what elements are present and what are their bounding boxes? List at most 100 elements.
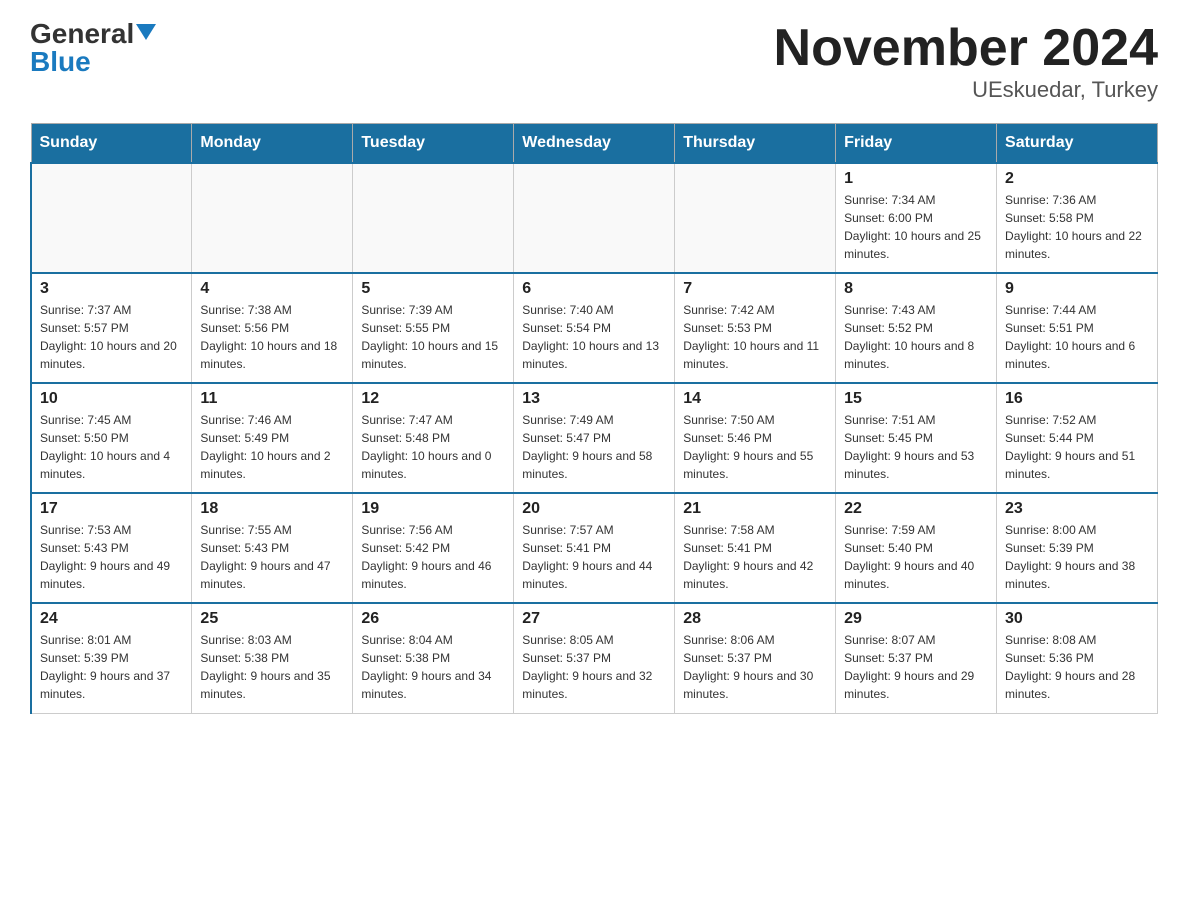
calendar-cell: 26 Sunrise: 8:04 AMSunset: 5:38 PMDayligh… bbox=[353, 603, 514, 713]
weekday-header-thursday: Thursday bbox=[675, 124, 836, 164]
title-area: November 2024 UEskuedar, Turkey bbox=[774, 20, 1158, 103]
calendar-cell: 15 Sunrise: 7:51 AMSunset: 5:45 PMDayligh… bbox=[836, 383, 997, 493]
day-number: 6 bbox=[522, 280, 666, 298]
day-info: Sunrise: 7:56 AMSunset: 5:42 PMDaylight:… bbox=[361, 521, 505, 593]
day-info: Sunrise: 8:05 AMSunset: 5:37 PMDaylight:… bbox=[522, 631, 666, 703]
calendar-cell: 19 Sunrise: 7:56 AMSunset: 5:42 PMDayligh… bbox=[353, 493, 514, 603]
day-number: 18 bbox=[200, 500, 344, 518]
calendar-cell: 2 Sunrise: 7:36 AMSunset: 5:58 PMDaylight… bbox=[997, 163, 1158, 273]
day-info: Sunrise: 7:52 AMSunset: 5:44 PMDaylight:… bbox=[1005, 411, 1149, 483]
week-row-5: 24 Sunrise: 8:01 AMSunset: 5:39 PMDayligh… bbox=[31, 603, 1158, 713]
day-info: Sunrise: 8:01 AMSunset: 5:39 PMDaylight:… bbox=[40, 631, 183, 703]
calendar-cell: 18 Sunrise: 7:55 AMSunset: 5:43 PMDayligh… bbox=[192, 493, 353, 603]
day-info: Sunrise: 8:03 AMSunset: 5:38 PMDaylight:… bbox=[200, 631, 344, 703]
calendar-cell: 21 Sunrise: 7:58 AMSunset: 5:41 PMDayligh… bbox=[675, 493, 836, 603]
day-info: Sunrise: 7:34 AMSunset: 6:00 PMDaylight:… bbox=[844, 191, 988, 263]
calendar-cell: 24 Sunrise: 8:01 AMSunset: 5:39 PMDayligh… bbox=[31, 603, 192, 713]
day-number: 15 bbox=[844, 390, 988, 408]
day-info: Sunrise: 7:45 AMSunset: 5:50 PMDaylight:… bbox=[40, 411, 183, 483]
day-info: Sunrise: 7:39 AMSunset: 5:55 PMDaylight:… bbox=[361, 301, 505, 373]
weekday-header-sunday: Sunday bbox=[31, 124, 192, 164]
day-number: 26 bbox=[361, 610, 505, 628]
day-number: 2 bbox=[1005, 170, 1149, 188]
day-info: Sunrise: 7:57 AMSunset: 5:41 PMDaylight:… bbox=[522, 521, 666, 593]
day-info: Sunrise: 7:46 AMSunset: 5:49 PMDaylight:… bbox=[200, 411, 344, 483]
calendar-cell bbox=[353, 163, 514, 273]
day-number: 9 bbox=[1005, 280, 1149, 298]
day-info: Sunrise: 7:42 AMSunset: 5:53 PMDaylight:… bbox=[683, 301, 827, 373]
logo-general-text: General bbox=[30, 20, 134, 48]
logo-row: General bbox=[30, 20, 156, 48]
day-number: 21 bbox=[683, 500, 827, 518]
calendar-cell: 22Sunrise: 7:59 AMSunset: 5:40 PMDayligh… bbox=[836, 493, 997, 603]
calendar-cell: 8Sunrise: 7:43 AMSunset: 5:52 PMDaylight… bbox=[836, 273, 997, 383]
calendar-cell bbox=[31, 163, 192, 273]
week-row-2: 3Sunrise: 7:37 AMSunset: 5:57 PMDaylight… bbox=[31, 273, 1158, 383]
day-info: Sunrise: 7:51 AMSunset: 5:45 PMDaylight:… bbox=[844, 411, 988, 483]
day-info: Sunrise: 8:07 AMSunset: 5:37 PMDaylight:… bbox=[844, 631, 988, 703]
day-info: Sunrise: 7:38 AMSunset: 5:56 PMDaylight:… bbox=[200, 301, 344, 373]
day-info: Sunrise: 7:40 AMSunset: 5:54 PMDaylight:… bbox=[522, 301, 666, 373]
calendar-cell bbox=[514, 163, 675, 273]
weekday-header-friday: Friday bbox=[836, 124, 997, 164]
month-title: November 2024 bbox=[774, 20, 1158, 77]
day-info: Sunrise: 7:37 AMSunset: 5:57 PMDaylight:… bbox=[40, 301, 183, 373]
calendar-cell: 13Sunrise: 7:49 AMSunset: 5:47 PMDayligh… bbox=[514, 383, 675, 493]
day-info: Sunrise: 8:04 AMSunset: 5:38 PMDaylight:… bbox=[361, 631, 505, 703]
calendar-cell: 12Sunrise: 7:47 AMSunset: 5:48 PMDayligh… bbox=[353, 383, 514, 493]
day-number: 12 bbox=[361, 390, 505, 408]
day-number: 14 bbox=[683, 390, 827, 408]
day-info: Sunrise: 7:49 AMSunset: 5:47 PMDaylight:… bbox=[522, 411, 666, 483]
calendar-cell: 9Sunrise: 7:44 AMSunset: 5:51 PMDaylight… bbox=[997, 273, 1158, 383]
calendar-cell: 14 Sunrise: 7:50 AMSunset: 5:46 PMDayligh… bbox=[675, 383, 836, 493]
location-title: UEskuedar, Turkey bbox=[774, 77, 1158, 103]
weekday-header-wednesday: Wednesday bbox=[514, 124, 675, 164]
calendar-cell: 30Sunrise: 8:08 AMSunset: 5:36 PMDayligh… bbox=[997, 603, 1158, 713]
calendar-cell: 23 Sunrise: 8:00 AMSunset: 5:39 PMDayligh… bbox=[997, 493, 1158, 603]
day-number: 25 bbox=[200, 610, 344, 628]
calendar-cell: 27Sunrise: 8:05 AMSunset: 5:37 PMDayligh… bbox=[514, 603, 675, 713]
calendar-cell: 20 Sunrise: 7:57 AMSunset: 5:41 PMDayligh… bbox=[514, 493, 675, 603]
logo-blue-text: Blue bbox=[30, 48, 91, 76]
day-number: 20 bbox=[522, 500, 666, 518]
week-row-3: 10 Sunrise: 7:45 AMSunset: 5:50 PMDayligh… bbox=[31, 383, 1158, 493]
calendar-cell: 6 Sunrise: 7:40 AMSunset: 5:54 PMDaylight… bbox=[514, 273, 675, 383]
day-number: 16 bbox=[1005, 390, 1149, 408]
day-info: Sunrise: 7:58 AMSunset: 5:41 PMDaylight:… bbox=[683, 521, 827, 593]
logo: General Blue bbox=[30, 20, 156, 76]
day-number: 22 bbox=[844, 500, 988, 518]
day-info: Sunrise: 7:55 AMSunset: 5:43 PMDaylight:… bbox=[200, 521, 344, 593]
day-info: Sunrise: 7:43 AMSunset: 5:52 PMDaylight:… bbox=[844, 301, 988, 373]
day-info: Sunrise: 7:36 AMSunset: 5:58 PMDaylight:… bbox=[1005, 191, 1149, 263]
day-number: 10 bbox=[40, 390, 183, 408]
weekday-header-tuesday: Tuesday bbox=[353, 124, 514, 164]
calendar-cell: 5Sunrise: 7:39 AMSunset: 5:55 PMDaylight… bbox=[353, 273, 514, 383]
calendar-cell: 17 Sunrise: 7:53 AMSunset: 5:43 PMDayligh… bbox=[31, 493, 192, 603]
day-number: 29 bbox=[844, 610, 988, 628]
calendar-cell: 4 Sunrise: 7:38 AMSunset: 5:56 PMDaylight… bbox=[192, 273, 353, 383]
day-number: 24 bbox=[40, 610, 183, 628]
day-number: 4 bbox=[200, 280, 344, 298]
calendar-cell: 29 Sunrise: 8:07 AMSunset: 5:37 PMDayligh… bbox=[836, 603, 997, 713]
day-number: 23 bbox=[1005, 500, 1149, 518]
day-info: Sunrise: 8:06 AMSunset: 5:37 PMDaylight:… bbox=[683, 631, 827, 703]
weekday-header-row: SundayMondayTuesdayWednesdayThursdayFrid… bbox=[31, 124, 1158, 164]
calendar-cell: 11Sunrise: 7:46 AMSunset: 5:49 PMDayligh… bbox=[192, 383, 353, 493]
calendar-cell: 25 Sunrise: 8:03 AMSunset: 5:38 PMDayligh… bbox=[192, 603, 353, 713]
day-number: 1 bbox=[844, 170, 988, 188]
calendar-cell: 10 Sunrise: 7:45 AMSunset: 5:50 PMDayligh… bbox=[31, 383, 192, 493]
calendar-cell bbox=[675, 163, 836, 273]
day-number: 19 bbox=[361, 500, 505, 518]
calendar-cell bbox=[192, 163, 353, 273]
calendar-cell: 28Sunrise: 8:06 AMSunset: 5:37 PMDayligh… bbox=[675, 603, 836, 713]
day-number: 7 bbox=[683, 280, 827, 298]
weekday-header-saturday: Saturday bbox=[997, 124, 1158, 164]
day-info: Sunrise: 8:00 AMSunset: 5:39 PMDaylight:… bbox=[1005, 521, 1149, 593]
weekday-header-monday: Monday bbox=[192, 124, 353, 164]
week-row-1: 1 Sunrise: 7:34 AMSunset: 6:00 PMDaylight… bbox=[31, 163, 1158, 273]
calendar-cell: 7 Sunrise: 7:42 AMSunset: 5:53 PMDaylight… bbox=[675, 273, 836, 383]
day-info: Sunrise: 7:50 AMSunset: 5:46 PMDaylight:… bbox=[683, 411, 827, 483]
page-header: General Blue November 2024 UEskuedar, Tu… bbox=[30, 20, 1158, 103]
day-number: 17 bbox=[40, 500, 183, 518]
day-info: Sunrise: 7:53 AMSunset: 5:43 PMDaylight:… bbox=[40, 521, 183, 593]
